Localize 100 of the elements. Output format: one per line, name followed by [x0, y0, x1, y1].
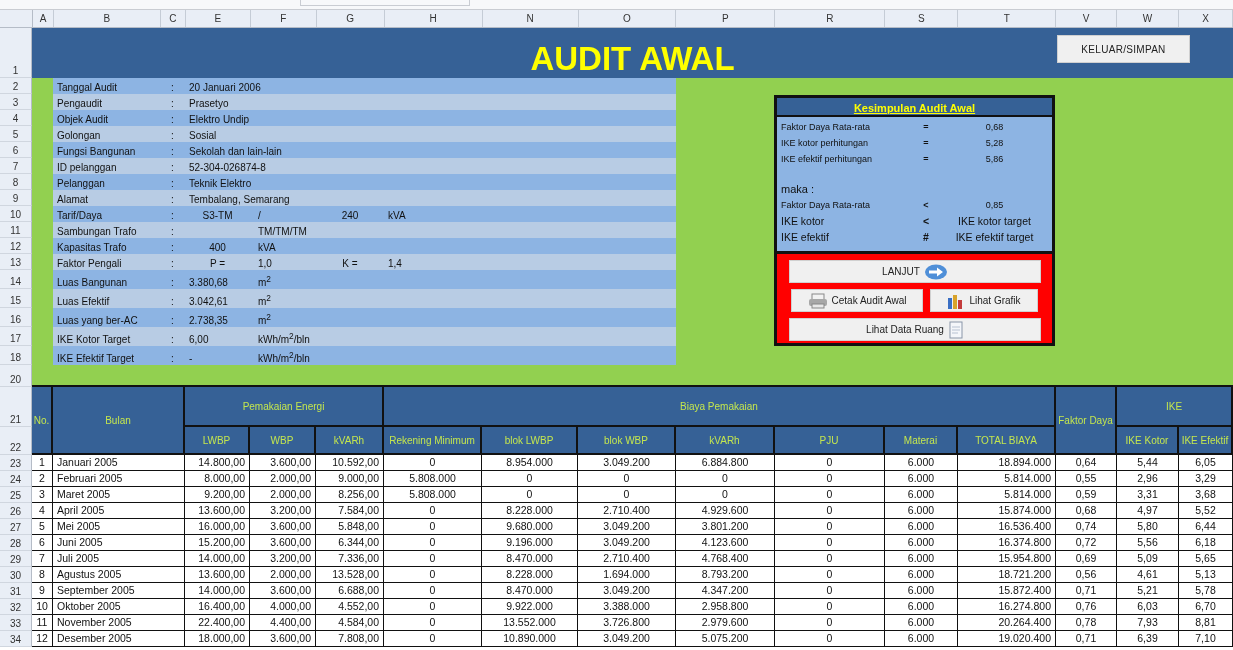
- colon: :: [170, 242, 175, 253]
- row-number[interactable]: 14: [0, 270, 32, 289]
- summary-label: Faktor Daya Rata-rata: [781, 122, 872, 132]
- info-label: Pelanggan: [56, 178, 106, 189]
- summary-label: IKE kotor: [781, 215, 826, 227]
- table-cell: 5: [32, 519, 53, 535]
- column-header[interactable]: F: [250, 10, 317, 27]
- column-header[interactable]: O: [578, 10, 677, 27]
- row-number[interactable]: 17: [0, 327, 32, 346]
- row-number[interactable]: 33: [0, 615, 32, 631]
- colon: :: [170, 315, 175, 326]
- column-header[interactable]: C: [160, 10, 186, 27]
- column-header[interactable]: A: [32, 10, 54, 27]
- table-cell: 7: [32, 551, 53, 567]
- info-value: 2.738,35: [189, 315, 228, 326]
- column-header[interactable]: R: [775, 10, 886, 27]
- info-value: kWh/m$^{2}$/bln: [258, 334, 310, 345]
- table-cell: 15.874.000: [958, 503, 1056, 519]
- room-data-button[interactable]: Lihat Data Ruang: [789, 318, 1041, 341]
- column-header[interactable]: G: [316, 10, 385, 27]
- row-number[interactable]: 20: [0, 365, 32, 387]
- row-number[interactable]: 11: [0, 222, 32, 238]
- info-value: S3-TM: [202, 210, 233, 221]
- table-cell: 3.801.200: [676, 519, 775, 535]
- table-cell: 15.200,00: [185, 535, 250, 551]
- table-cell: 8.000,00: [185, 471, 250, 487]
- column-header[interactable]: T: [958, 10, 1057, 27]
- row-number[interactable]: 10: [0, 206, 32, 222]
- table-cell: Mei 2005: [53, 519, 185, 535]
- row-number[interactable]: 32: [0, 599, 32, 615]
- table-cell: 1.694.000: [578, 567, 676, 583]
- table-cell: September 2005: [53, 583, 185, 599]
- row-number[interactable]: 3: [0, 94, 32, 110]
- summary-value: IKE efektif target: [954, 231, 1035, 243]
- table-cell: 5,44: [1117, 455, 1179, 471]
- row-number[interactable]: 15: [0, 289, 32, 308]
- column-header[interactable]: P: [676, 10, 776, 27]
- row-number[interactable]: 12: [0, 238, 32, 254]
- row-number[interactable]: 30: [0, 567, 32, 583]
- column-header[interactable]: S: [885, 10, 959, 27]
- row-number[interactable]: 28: [0, 535, 32, 551]
- info-label: Tarif/Daya: [56, 210, 103, 221]
- row-number[interactable]: 7: [0, 158, 32, 174]
- table-cell: 4.000,00: [250, 599, 316, 615]
- document-icon: [947, 320, 964, 339]
- chart-button[interactable]: Lihat Grafik: [930, 289, 1038, 312]
- table-cell: 2.000,00: [250, 567, 316, 583]
- colon: :: [170, 82, 175, 93]
- row-number[interactable]: 2: [0, 78, 32, 94]
- column-header[interactable]: W: [1117, 10, 1180, 27]
- column-header[interactable]: X: [1179, 10, 1233, 27]
- table-cell: 3.388.000: [578, 599, 676, 615]
- table-cell: 18.894.000: [958, 455, 1056, 471]
- table-cell: 6.000: [885, 615, 958, 631]
- row-number[interactable]: 25: [0, 487, 32, 503]
- row-number[interactable]: 31: [0, 583, 32, 599]
- table-cell: 5.075.200: [676, 631, 775, 647]
- next-button[interactable]: LANJUT: [789, 260, 1041, 283]
- table-cell: 3.049.200: [578, 535, 676, 551]
- column-header[interactable]: V: [1056, 10, 1118, 27]
- column-header[interactable]: N: [482, 10, 579, 27]
- row-number[interactable]: 24: [0, 471, 32, 487]
- table-cell: 9.200,00: [185, 487, 250, 503]
- column-header: blok WBP: [578, 427, 676, 455]
- row-number[interactable]: 8: [0, 174, 32, 190]
- row-number[interactable]: 9: [0, 190, 32, 206]
- column-header[interactable]: E: [185, 10, 251, 27]
- row-number[interactable]: 34: [0, 631, 32, 647]
- row-number[interactable]: 4: [0, 110, 32, 126]
- column-header[interactable]: H: [384, 10, 483, 27]
- print-button[interactable]: Cetak Audit Awal: [791, 289, 923, 312]
- row-number[interactable]: 16: [0, 308, 32, 327]
- info-label: Fungsi Bangunan: [56, 146, 137, 157]
- info-value: 240: [341, 210, 359, 221]
- table-cell: November 2005: [53, 615, 185, 631]
- row-number[interactable]: 29: [0, 551, 32, 567]
- row-number[interactable]: 13: [0, 254, 32, 270]
- row-number[interactable]: 26: [0, 503, 32, 519]
- table-cell: 8,81: [1179, 615, 1233, 631]
- table-cell: 6,70: [1179, 599, 1233, 615]
- row-number[interactable]: 23: [0, 455, 32, 471]
- row-number[interactable]: 6: [0, 142, 32, 158]
- table-cell: 0: [775, 631, 885, 647]
- row-number[interactable]: 1: [0, 28, 32, 78]
- info-value: Sosial: [189, 130, 217, 141]
- table-cell: 6,05: [1179, 455, 1233, 471]
- row-number[interactable]: 5: [0, 126, 32, 142]
- summary-value: 5,28: [984, 138, 1005, 148]
- column-header[interactable]: B: [53, 10, 161, 27]
- exit-save-button[interactable]: KELUAR/SIMPAN: [1057, 35, 1190, 63]
- table-cell: 2,96: [1117, 471, 1179, 487]
- row-number[interactable]: 22: [0, 427, 32, 455]
- table-cell: 4.123.600: [676, 535, 775, 551]
- column-header: Materai: [885, 427, 958, 455]
- table-cell: 0: [384, 599, 482, 615]
- row-number[interactable]: 21: [0, 387, 32, 427]
- row-number[interactable]: 18: [0, 346, 32, 365]
- table-cell: 8: [32, 567, 53, 583]
- table-cell: 0,71: [1056, 583, 1117, 599]
- row-number[interactable]: 27: [0, 519, 32, 535]
